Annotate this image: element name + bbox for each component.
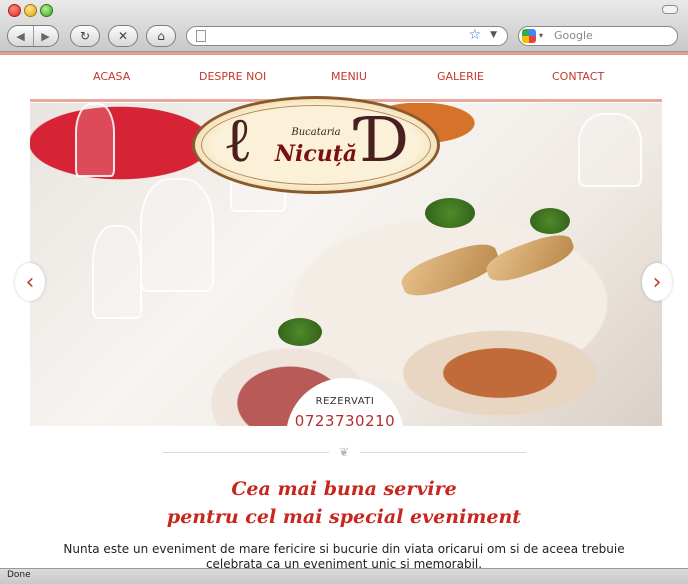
menu-item-galerie[interactable]: GALERIE <box>437 70 484 83</box>
menu-item-despre-noi[interactable]: DESPRE NOI <box>199 70 266 83</box>
history-nav: ◀ ▶ <box>7 25 59 47</box>
browser-toolbar: ◀ ▶ ↻ ✕ ⌂ ☆ ▼ ▾ Google <box>0 0 688 52</box>
search-field[interactable]: ▾ Google <box>518 26 678 46</box>
search-placeholder: Google <box>554 29 593 42</box>
address-bar[interactable]: ☆ ▼ <box>186 26 508 46</box>
chevron-left-icon: ‹ <box>25 269 35 295</box>
toolbar-toggle-button[interactable] <box>662 5 678 14</box>
wine-glass-image <box>75 103 115 177</box>
home-icon: ⌂ <box>157 29 165 43</box>
stop-button[interactable]: ✕ <box>108 25 138 47</box>
home-button[interactable]: ⌂ <box>146 25 176 47</box>
back-button[interactable]: ◀ <box>8 26 34 46</box>
roast-meat-image <box>482 228 578 288</box>
logo-line-1: Bucataria <box>291 127 341 138</box>
menu-item-acasa[interactable]: ACASA <box>93 70 130 83</box>
google-icon[interactable] <box>522 29 536 43</box>
page-icon <box>196 30 206 42</box>
status-text: Done <box>7 570 31 580</box>
headline-line-1: Cea mai buna servire <box>231 478 457 500</box>
ornament-icon: ❦ <box>338 445 350 459</box>
minimize-window-button[interactable] <box>24 4 37 17</box>
herb-garnish-image <box>425 198 475 228</box>
herb-garnish-image <box>530 208 570 234</box>
section-divider-right <box>360 452 526 453</box>
zoom-window-button[interactable] <box>40 4 53 17</box>
section-divider-left <box>163 452 329 453</box>
reservation-phone[interactable]: 0723730210 <box>286 412 404 430</box>
reload-icon: ↻ <box>79 29 91 43</box>
wine-glass-image <box>140 178 214 292</box>
reservation-label: REZERVATI <box>315 396 375 407</box>
wine-glass-image <box>578 113 642 187</box>
bookmark-star-icon[interactable]: ☆ <box>468 27 481 43</box>
herb-garnish-image <box>278 318 322 346</box>
slider-prev-button[interactable]: ‹ <box>15 263 45 301</box>
forward-arrow-icon: ▶ <box>41 29 50 43</box>
back-arrow-icon: ◀ <box>16 29 25 43</box>
page-top-border <box>0 52 688 55</box>
forward-button[interactable]: ▶ <box>33 26 58 46</box>
search-engine-dropdown-icon[interactable]: ▾ <box>539 31 543 40</box>
history-dropdown-icon[interactable]: ▼ <box>490 30 497 40</box>
restaurant-logo: ℓ Ɗ Bucataria Nicuță <box>192 96 440 194</box>
logo-line-2: Nicuță <box>274 141 358 167</box>
close-window-button[interactable] <box>8 4 21 17</box>
menu-item-contact[interactable]: CONTACT <box>552 70 604 83</box>
menu-item-meniu[interactable]: MENIU <box>331 70 367 83</box>
headline-line-2: pentru cel mai special eveniment <box>166 506 522 528</box>
slider-next-button[interactable]: › <box>642 263 672 301</box>
chevron-right-icon: › <box>652 269 662 295</box>
main-menu: ACASA DESPRE NOI MENIU GALERIE CONTACT <box>30 68 662 90</box>
status-bar: Done <box>0 568 688 584</box>
reload-button[interactable]: ↻ <box>70 25 100 47</box>
wine-glass-image <box>92 225 142 319</box>
stop-icon: ✕ <box>117 29 129 43</box>
